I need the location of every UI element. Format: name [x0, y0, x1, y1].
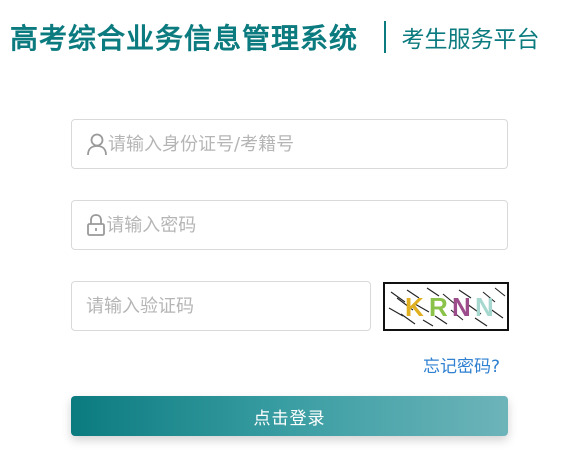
- password-field[interactable]: [71, 200, 508, 250]
- captcha-image[interactable]: K R N N: [383, 282, 509, 331]
- captcha-char: K: [405, 292, 424, 322]
- id-number-input[interactable]: [108, 133, 507, 155]
- captcha-char: R: [429, 292, 448, 322]
- captcha-char: N: [452, 292, 471, 322]
- password-input[interactable]: [106, 214, 507, 236]
- id-number-field[interactable]: [71, 119, 508, 169]
- login-page: 高考综合业务信息管理系统 考生服务平台 请输入身份证号/考籍号 请输入验证码 K…: [0, 0, 575, 457]
- header: 高考综合业务信息管理系统 考生服务平台: [10, 14, 540, 60]
- header-divider: [384, 21, 386, 53]
- system-title: 高考综合业务信息管理系统: [10, 22, 359, 55]
- captcha-field[interactable]: [71, 281, 371, 331]
- captcha-char: N: [475, 292, 494, 322]
- login-button[interactable]: 点击登录: [71, 396, 508, 436]
- portal-name: 考生服务平台: [401, 27, 540, 53]
- captcha-input[interactable]: [86, 295, 370, 317]
- lock-icon: [86, 212, 106, 238]
- forgot-password-link[interactable]: 忘记密码?: [423, 352, 500, 377]
- user-icon: [86, 131, 108, 157]
